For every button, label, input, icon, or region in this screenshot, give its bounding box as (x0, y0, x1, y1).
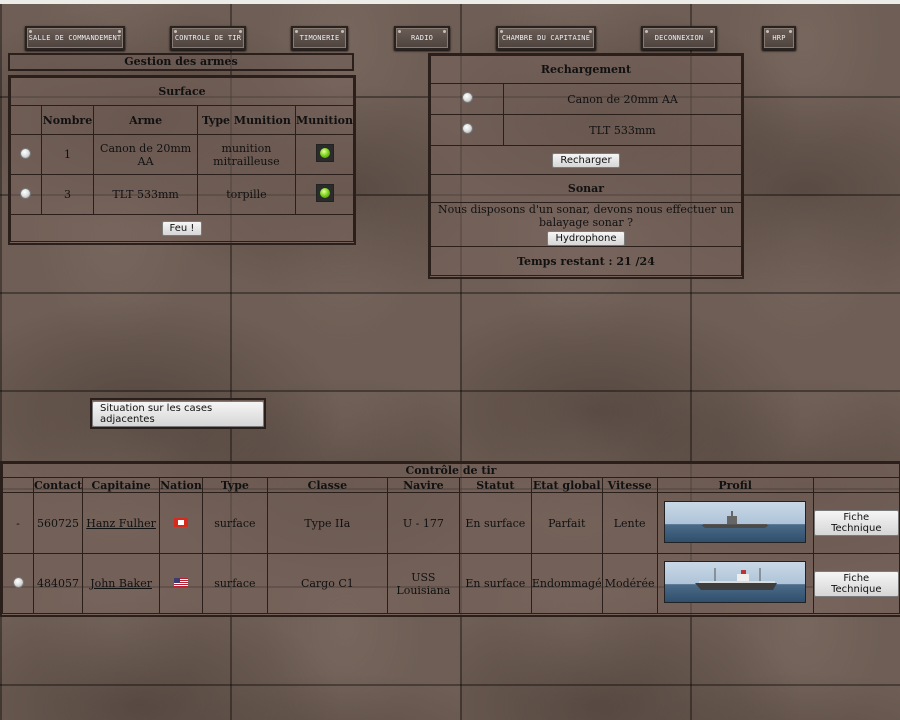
german-flag-icon (173, 517, 188, 527)
cargo-profile-image (664, 561, 807, 603)
submarine-profile-image (664, 500, 807, 543)
nav-hrp[interactable]: HRP (762, 26, 796, 50)
fire-control-title: Contrôle de tir (2, 463, 900, 478)
weapon-arme: Canon de 20mm AA (93, 134, 198, 175)
reload-weapon: Canon de 20mm AA (503, 83, 742, 115)
col-etat: Etat global (530, 477, 603, 493)
col-contact: Contact (32, 477, 84, 493)
sonar-title: Sonar (430, 174, 742, 203)
weapon-row: 3 TLT 533mm torpille (10, 174, 354, 215)
nav-timonerie[interactable]: Timonerie (291, 26, 348, 50)
contact-vitesse: Modérée (601, 553, 658, 614)
contact-navire: U - 177 (386, 492, 460, 554)
situation-button[interactable]: Situation sur les cases adjacentes (92, 400, 264, 427)
nav-deconnexion[interactable]: Deconnexion (641, 26, 717, 50)
col-select (2, 477, 34, 493)
nav-radio[interactable]: Radio (394, 26, 450, 50)
weapon-radio-1[interactable] (20, 147, 32, 159)
fire-button[interactable]: Feu ! (161, 220, 203, 236)
col-select (10, 105, 42, 135)
col-type-munition: Type Munition (196, 105, 297, 135)
contact-etat: Endommagé (530, 553, 603, 614)
weapon-row: 1 Canon de 20mm AA munition mitrailleuse (10, 134, 354, 175)
table-row: 484057 John Baker surface Cargo C1 USS L… (2, 553, 900, 614)
nav-controle-de-tir[interactable]: Controle de tir (170, 26, 246, 50)
browser-top-edge (0, 0, 900, 4)
contact-select: - (2, 492, 34, 554)
ammo-ready-indicator (315, 144, 334, 162)
weapon-nombre: 3 (40, 174, 95, 215)
fiche-technique-button[interactable]: Fiche Technique (813, 570, 899, 597)
ammo-ready-indicator (315, 184, 334, 202)
contact-statut: En surface (458, 492, 532, 554)
captain-link[interactable]: John Baker (90, 577, 152, 590)
fire-control-panel: Contrôle de tir Contact Capitaine Nation… (0, 461, 900, 617)
contact-id: 560725 (32, 492, 84, 554)
col-vitesse: Vitesse (601, 477, 658, 493)
col-fiche (812, 477, 900, 493)
contact-type: surface (201, 553, 268, 614)
col-capitaine: Capitaine (82, 477, 161, 493)
surface-weapons-panel: Surface Nombre Arme Type Munition Muniti… (8, 75, 356, 245)
col-type: Type (201, 477, 268, 493)
col-profil: Profil (656, 477, 814, 493)
contact-classe: Type IIa (266, 492, 388, 554)
situation-panel: Situation sur les cases adjacentes (90, 398, 266, 429)
reload-button[interactable]: Recharger (552, 152, 620, 168)
reload-sonar-panel: Rechargement Canon de 20mm AA TLT 533mm … (428, 53, 744, 279)
captain-link[interactable]: Hanz Fulher (86, 517, 156, 530)
us-flag-icon (173, 578, 188, 587)
weapon-nombre: 1 (40, 134, 95, 175)
surface-title: Surface (10, 77, 354, 106)
gestion-armes-title: Gestion des armes (8, 53, 354, 71)
contact-type: surface (201, 492, 268, 554)
weapon-arme: TLT 533mm (93, 174, 198, 215)
fiche-technique-button[interactable]: Fiche Technique (813, 510, 899, 536)
contact-navire: USS Louisiana (386, 553, 460, 614)
hydrophone-button[interactable]: Hydrophone (547, 231, 625, 246)
nav-salle-de-commandement[interactable]: Salle de commandement (25, 26, 125, 50)
weapon-radio-2[interactable] (20, 187, 32, 199)
contact-etat: Parfait (530, 492, 603, 554)
sonar-question: Nous disposons d'un sonar, devons nous e… (437, 203, 734, 229)
contact-classe: Cargo C1 (266, 553, 388, 614)
table-row: - 560725 Hanz Fulher surface Type IIa U … (2, 492, 900, 554)
col-arme: Arme (93, 105, 198, 135)
contact-id: 484057 (32, 553, 84, 614)
time-remaining: Temps restant : 21 /24 (430, 246, 742, 276)
nav-chambre-du-capitaine[interactable]: Chambre du capitaine (496, 26, 596, 50)
col-munition: Munition (295, 105, 354, 135)
contact-statut: En surface (458, 553, 532, 614)
col-nation: Nation (159, 477, 203, 493)
reload-weapon: TLT 533mm (503, 114, 742, 146)
reload-radio-1[interactable] (461, 92, 473, 103)
col-classe: Classe (266, 477, 388, 493)
reload-title: Rechargement (430, 55, 742, 84)
weapon-type: munition mitrailleuse (196, 134, 297, 175)
contact-radio[interactable] (12, 576, 24, 588)
contact-vitesse: Lente (601, 492, 658, 554)
col-navire: Navire (386, 477, 460, 493)
col-nombre: Nombre (40, 105, 95, 135)
col-statut: Statut (458, 477, 532, 493)
weapon-type: torpille (196, 174, 297, 215)
reload-radio-2[interactable] (461, 123, 473, 134)
